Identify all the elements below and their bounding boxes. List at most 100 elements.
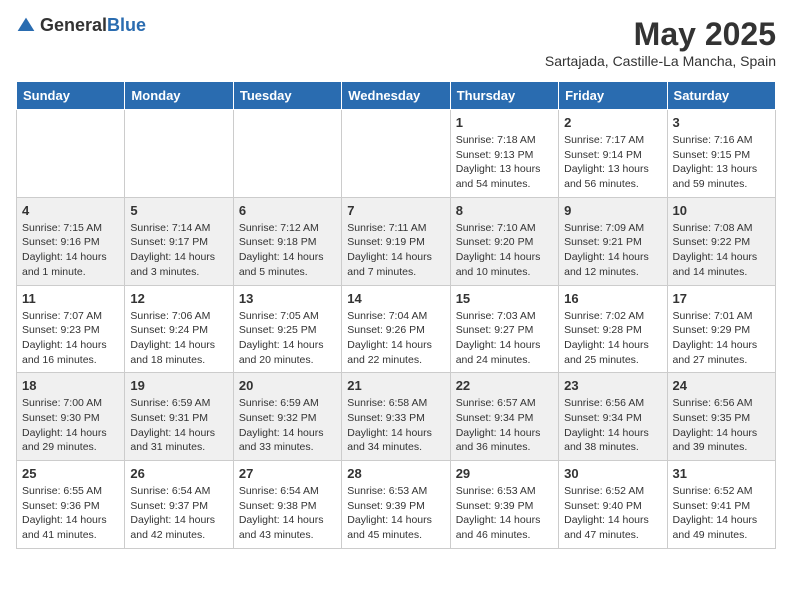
day-info: Sunrise: 7:04 AMSunset: 9:26 PMDaylight:… [347,309,444,368]
day-info: Sunrise: 6:53 AMSunset: 9:39 PMDaylight:… [347,484,444,543]
day-number: 13 [239,291,336,306]
col-header-sunday: Sunday [17,82,125,110]
day-number: 28 [347,466,444,481]
calendar-cell: 25Sunrise: 6:55 AMSunset: 9:36 PMDayligh… [17,461,125,549]
day-info: Sunrise: 7:09 AMSunset: 9:21 PMDaylight:… [564,221,661,280]
calendar-header-row: SundayMondayTuesdayWednesdayThursdayFrid… [17,82,776,110]
logo-text-blue: Blue [107,16,146,36]
calendar-cell: 26 Sunrise: 6:54 AMSunset: 9:37 PMDayligh… [125,461,233,549]
calendar-cell: 14 Sunrise: 7:04 AMSunset: 9:26 PMDayligh… [342,285,450,373]
day-info: Sunrise: 7:03 AMSunset: 9:27 PMDaylight:… [456,309,553,368]
day-info: Sunrise: 7:08 AMSunset: 9:22 PMDaylight:… [673,221,770,280]
calendar-cell: 18 Sunrise: 7:00 AMSunset: 9:30 PMDayligh… [17,373,125,461]
calendar-cell [233,110,341,198]
calendar-week-row: 25Sunrise: 6:55 AMSunset: 9:36 PMDayligh… [17,461,776,549]
day-info: Sunrise: 6:52 AMSunset: 9:41 PMDaylight:… [673,484,770,543]
day-info: Sunrise: 7:15 AMSunset: 9:16 PMDaylight:… [22,221,119,280]
calendar-cell [342,110,450,198]
day-info: Sunrise: 7:11 AMSunset: 9:19 PMDaylight:… [347,221,444,280]
day-number: 9 [564,203,661,218]
day-number: 17 [673,291,770,306]
day-info: Sunrise: 6:56 AMSunset: 9:35 PMDaylight:… [673,396,770,455]
col-header-monday: Monday [125,82,233,110]
title-month: May 2025 [545,16,776,53]
day-number: 22 [456,378,553,393]
calendar-cell: 30 Sunrise: 6:52 AMSunset: 9:40 PMDayligh… [559,461,667,549]
day-number: 5 [130,203,227,218]
calendar-cell: 13 Sunrise: 7:05 AMSunset: 9:25 PMDayligh… [233,285,341,373]
day-info: Sunrise: 7:18 AMSunset: 9:13 PMDaylight:… [456,133,553,192]
logo: General Blue [16,16,146,36]
calendar-cell: 31 Sunrise: 6:52 AMSunset: 9:41 PMDayligh… [667,461,775,549]
logo-icon [16,16,36,36]
calendar-cell: 22 Sunrise: 6:57 AMSunset: 9:34 PMDayligh… [450,373,558,461]
calendar-week-row: 1 Sunrise: 7:18 AMSunset: 9:13 PMDaylight… [17,110,776,198]
day-number: 16 [564,291,661,306]
day-info: Sunrise: 7:14 AMSunset: 9:17 PMDaylight:… [130,221,227,280]
day-number: 8 [456,203,553,218]
calendar-week-row: 4Sunrise: 7:15 AMSunset: 9:16 PMDaylight… [17,197,776,285]
calendar-cell: 21 Sunrise: 6:58 AMSunset: 9:33 PMDayligh… [342,373,450,461]
day-info: Sunrise: 6:54 AMSunset: 9:37 PMDaylight:… [130,484,227,543]
day-number: 31 [673,466,770,481]
col-header-thursday: Thursday [450,82,558,110]
day-number: 1 [456,115,553,130]
calendar-cell [17,110,125,198]
day-number: 24 [673,378,770,393]
col-header-saturday: Saturday [667,82,775,110]
day-number: 6 [239,203,336,218]
calendar-cell: 8 Sunrise: 7:10 AMSunset: 9:20 PMDaylight… [450,197,558,285]
day-number: 7 [347,203,444,218]
calendar-cell: 10 Sunrise: 7:08 AMSunset: 9:22 PMDayligh… [667,197,775,285]
day-number: 29 [456,466,553,481]
day-info: Sunrise: 6:52 AMSunset: 9:40 PMDaylight:… [564,484,661,543]
calendar-cell: 6Sunrise: 7:12 AMSunset: 9:18 PMDaylight… [233,197,341,285]
day-info: Sunrise: 7:17 AMSunset: 9:14 PMDaylight:… [564,133,661,192]
calendar-cell: 2 Sunrise: 7:17 AMSunset: 9:14 PMDaylight… [559,110,667,198]
day-info: Sunrise: 7:07 AMSunset: 9:23 PMDaylight:… [22,309,119,368]
day-info: Sunrise: 7:00 AMSunset: 9:30 PMDaylight:… [22,396,119,455]
day-number: 14 [347,291,444,306]
day-number: 18 [22,378,119,393]
day-number: 19 [130,378,227,393]
title-location: Sartajada, Castille-La Mancha, Spain [545,53,776,69]
day-number: 26 [130,466,227,481]
calendar-cell: 12 Sunrise: 7:06 AMSunset: 9:24 PMDayligh… [125,285,233,373]
day-number: 3 [673,115,770,130]
calendar-cell: 19Sunrise: 6:59 AMSunset: 9:31 PMDayligh… [125,373,233,461]
calendar-table: SundayMondayTuesdayWednesdayThursdayFrid… [16,81,776,549]
calendar-cell: 24 Sunrise: 6:56 AMSunset: 9:35 PMDayligh… [667,373,775,461]
day-number: 27 [239,466,336,481]
calendar-cell: 16 Sunrise: 7:02 AMSunset: 9:28 PMDayligh… [559,285,667,373]
calendar-cell: 9 Sunrise: 7:09 AMSunset: 9:21 PMDaylight… [559,197,667,285]
page-header: General Blue May 2025 Sartajada, Castill… [16,16,776,69]
calendar-cell: 5 Sunrise: 7:14 AMSunset: 9:17 PMDaylight… [125,197,233,285]
calendar-cell: 29Sunrise: 6:53 AMSunset: 9:39 PMDayligh… [450,461,558,549]
calendar-week-row: 11Sunrise: 7:07 AMSunset: 9:23 PMDayligh… [17,285,776,373]
day-info: Sunrise: 7:06 AMSunset: 9:24 PMDaylight:… [130,309,227,368]
day-info: Sunrise: 7:02 AMSunset: 9:28 PMDaylight:… [564,309,661,368]
logo-text-general: General [40,16,107,36]
day-number: 2 [564,115,661,130]
day-info: Sunrise: 6:55 AMSunset: 9:36 PMDaylight:… [22,484,119,543]
day-info: Sunrise: 6:59 AMSunset: 9:32 PMDaylight:… [239,396,336,455]
calendar-cell: 15 Sunrise: 7:03 AMSunset: 9:27 PMDayligh… [450,285,558,373]
day-info: Sunrise: 7:10 AMSunset: 9:20 PMDaylight:… [456,221,553,280]
col-header-friday: Friday [559,82,667,110]
day-number: 15 [456,291,553,306]
day-info: Sunrise: 7:16 AMSunset: 9:15 PMDaylight:… [673,133,770,192]
day-info: Sunrise: 7:05 AMSunset: 9:25 PMDaylight:… [239,309,336,368]
day-info: Sunrise: 6:57 AMSunset: 9:34 PMDaylight:… [456,396,553,455]
calendar-cell: 23Sunrise: 6:56 AMSunset: 9:34 PMDayligh… [559,373,667,461]
calendar-cell: 1 Sunrise: 7:18 AMSunset: 9:13 PMDaylight… [450,110,558,198]
day-number: 30 [564,466,661,481]
day-info: Sunrise: 6:58 AMSunset: 9:33 PMDaylight:… [347,396,444,455]
day-info: Sunrise: 6:56 AMSunset: 9:34 PMDaylight:… [564,396,661,455]
day-number: 10 [673,203,770,218]
col-header-wednesday: Wednesday [342,82,450,110]
calendar-cell: 28 Sunrise: 6:53 AMSunset: 9:39 PMDayligh… [342,461,450,549]
title-block: May 2025 Sartajada, Castille-La Mancha, … [545,16,776,69]
day-number: 21 [347,378,444,393]
calendar-cell: 11Sunrise: 7:07 AMSunset: 9:23 PMDayligh… [17,285,125,373]
day-number: 12 [130,291,227,306]
